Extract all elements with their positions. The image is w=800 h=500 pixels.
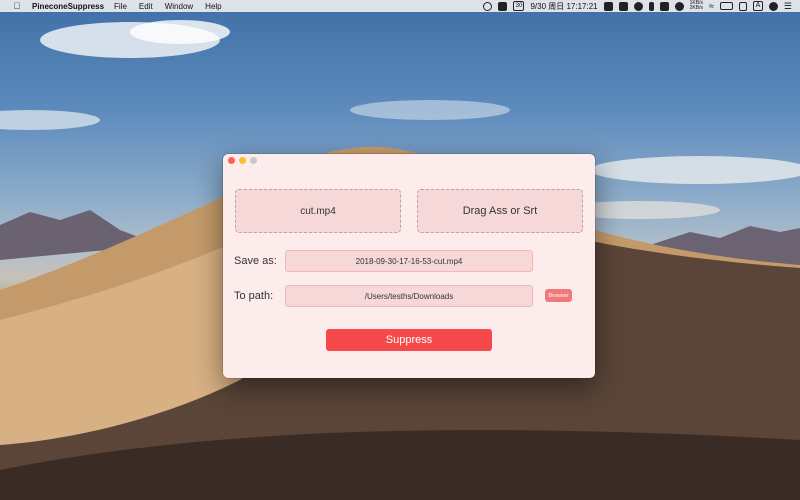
globe-icon[interactable] bbox=[483, 1, 493, 11]
menu-window[interactable]: Window bbox=[165, 2, 193, 11]
usb-icon[interactable] bbox=[648, 1, 654, 11]
display-icon[interactable] bbox=[603, 1, 613, 11]
network-speed: 1KB/s 2KB/s bbox=[690, 1, 703, 11]
dashboard-icon[interactable] bbox=[618, 1, 628, 11]
video-drop-zone[interactable]: cut.mp4 bbox=[235, 189, 401, 233]
save-as-label: Save as: bbox=[234, 255, 277, 267]
subtitle-drop-label: Drag Ass or Srt bbox=[462, 205, 538, 217]
menu-app-name[interactable]: PineconeSuppress bbox=[32, 2, 104, 11]
window-controls bbox=[228, 157, 257, 164]
qq-icon[interactable] bbox=[674, 1, 684, 11]
net-down-speed: 2KB/s bbox=[689, 5, 703, 11]
wechat-icon[interactable] bbox=[633, 1, 643, 11]
battery-icon[interactable] bbox=[719, 2, 733, 10]
wifi-icon[interactable]: ≈ bbox=[709, 1, 714, 11]
subtitle-drop-zone[interactable]: Drag Ass or Srt bbox=[417, 189, 583, 233]
lock-icon[interactable] bbox=[659, 1, 669, 11]
browse-button[interactable]: Browser bbox=[545, 289, 572, 302]
to-path-value: /Users/tesths/Downloads bbox=[364, 291, 454, 301]
suppress-button[interactable]: Suppress bbox=[326, 329, 492, 351]
calendar-icon[interactable]: 30 bbox=[513, 1, 525, 11]
to-path-field[interactable]: /Users/tesths/Downloads bbox=[285, 285, 533, 307]
menu-file[interactable]: File bbox=[114, 2, 127, 11]
close-window-icon[interactable] bbox=[228, 157, 235, 164]
app-window: cut.mp4 Drag Ass or Srt Save as: 2018-09… bbox=[223, 154, 595, 378]
menubar-status-area: 30 9/30 周日 17:17:21 1KB/s 2KB/s ≈ A ☰ bbox=[483, 1, 800, 12]
menu-help[interactable]: Help bbox=[205, 2, 221, 11]
save-as-field[interactable]: 2018-09-30-17-16-53-cut.mp4 bbox=[285, 250, 533, 272]
menu-extra-icon[interactable] bbox=[498, 1, 508, 11]
apple-menu-icon[interactable]:  bbox=[10, 1, 24, 11]
notification-center-icon[interactable]: ☰ bbox=[784, 1, 792, 12]
input-source-icon[interactable]: A bbox=[752, 1, 763, 11]
user-icon[interactable] bbox=[768, 1, 778, 11]
to-path-label: To path: bbox=[234, 290, 274, 302]
menu-edit[interactable]: Edit bbox=[139, 2, 153, 11]
menubar-clock[interactable]: 9/30 周日 17:17:21 bbox=[530, 1, 597, 12]
volume-icon[interactable] bbox=[738, 1, 747, 11]
menu-bar:  PineconeSuppress File Edit Window Help… bbox=[0, 0, 800, 12]
video-file-name: cut.mp4 bbox=[300, 205, 336, 217]
minimize-window-icon[interactable] bbox=[239, 157, 246, 164]
zoom-window-icon[interactable] bbox=[250, 157, 257, 164]
save-as-value: 2018-09-30-17-16-53-cut.mp4 bbox=[355, 256, 463, 266]
